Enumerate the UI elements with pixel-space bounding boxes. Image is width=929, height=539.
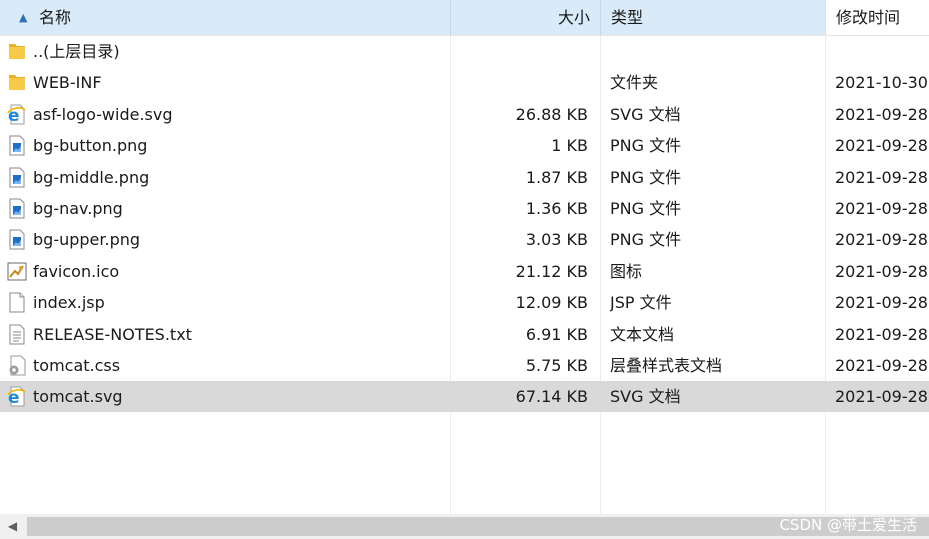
file-type: 图标 <box>610 261 643 281</box>
file-type: 文件夹 <box>610 73 659 93</box>
file-size: 6.91 KB <box>525 324 588 344</box>
scroll-left-arrow-icon[interactable]: ◀ <box>0 514 25 539</box>
file-size: 1.36 KB <box>525 199 588 218</box>
file-type: PNG 文件 <box>610 167 682 187</box>
file-type <box>610 36 820 67</box>
file-row[interactable]: ..(上层目录) <box>0 36 929 67</box>
file-name: tomcat.svg <box>33 387 123 407</box>
file-row[interactable]: e tomcat.svg 67.14 KB SVG 文档 2021-09-28 <box>0 381 929 413</box>
file-size <box>450 67 588 98</box>
file-date <box>835 36 929 67</box>
file-row[interactable]: e asf-logo-wide.svg 26.88 KB SVG 文档 2021-09-… <box>0 99 929 130</box>
file-size: 21.12 KB <box>515 261 588 281</box>
header-name-label: 名称 <box>39 8 72 27</box>
file-size: 1 KB <box>551 136 588 156</box>
file-date: 2021-09-28 <box>835 261 928 281</box>
file-row[interactable]: RELEASE-NOTES.txt 6.91 KB 文本文档 2021-09-28 <box>0 319 929 350</box>
header-date[interactable]: 修改时间 <box>825 0 929 35</box>
file-type: 层叠样式表文档 <box>610 356 723 375</box>
file-type: PNG 文件 <box>610 136 682 156</box>
file-type: PNG 文件 <box>610 199 682 218</box>
file-date: 2021-09-28 <box>835 104 928 124</box>
file-type: 文本文档 <box>610 324 675 344</box>
file-name: bg-button.png <box>33 136 148 156</box>
file-date: 2021-09-28 <box>835 387 928 407</box>
file-date: 2021-09-28 <box>835 199 928 218</box>
file-row[interactable]: index.jsp 12.09 KB JSP 文件 2021-09-28 <box>0 287 929 318</box>
file-size <box>450 36 588 67</box>
file-name: WEB-INF <box>33 73 102 93</box>
file-name: favicon.ico <box>33 261 120 281</box>
horizontal-scrollbar[interactable]: ◀ CSDN @带土爱生活 <box>0 514 929 539</box>
file-row[interactable]: WEB-INF 文件夹 2021-10-30 <box>0 67 929 98</box>
file-size: 5.75 KB <box>525 356 588 375</box>
file-date: 2021-09-28 <box>835 230 928 250</box>
file-name: ..(上层目录) <box>33 42 120 61</box>
file-name: bg-nav.png <box>33 199 123 218</box>
file-size: 26.88 KB <box>515 104 588 124</box>
file-row[interactable]: favicon.ico 21.12 KB 图标 2021-09-28 <box>0 256 929 287</box>
file-row[interactable]: bg-middle.png 1.87 KB PNG 文件 2021-09-28 <box>0 162 929 193</box>
file-type: JSP 文件 <box>610 293 672 313</box>
file-row[interactable]: bg-nav.png 1.36 KB PNG 文件 2021-09-28 <box>0 193 929 224</box>
file-date: 2021-09-28 <box>835 136 928 156</box>
file-name: tomcat.css <box>33 356 121 375</box>
file-size: 12.09 KB <box>515 293 588 313</box>
watermark: CSDN @带土爱生活 <box>779 516 917 534</box>
file-row[interactable]: bg-button.png 1 KB PNG 文件 2021-09-28 <box>0 130 929 161</box>
file-row[interactable]: tomcat.css 5.75 KB 层叠样式表文档 2021-09-28 <box>0 350 929 381</box>
header-size[interactable]: 大小 <box>450 0 600 35</box>
header-type[interactable]: 类型 <box>600 0 825 35</box>
file-date: 2021-09-28 <box>835 356 928 375</box>
sort-ascending-icon: ▲ <box>19 11 28 24</box>
file-type: SVG 文档 <box>610 104 681 124</box>
file-size: 67.14 KB <box>515 387 588 407</box>
file-name: bg-upper.png <box>33 230 141 250</box>
header-name[interactable]: ▲ 名称 <box>0 0 450 35</box>
file-name: index.jsp <box>33 293 105 313</box>
file-row[interactable]: bg-upper.png 3.03 KB PNG 文件 2021-09-28 <box>0 224 929 255</box>
file-name: asf-logo-wide.svg <box>33 104 173 124</box>
file-date: 2021-09-28 <box>835 167 928 187</box>
file-name: RELEASE-NOTES.txt <box>33 324 192 344</box>
file-type: PNG 文件 <box>610 230 682 250</box>
file-date: 2021-09-28 <box>835 293 928 313</box>
file-size: 1.87 KB <box>525 167 588 187</box>
file-date: 2021-09-28 <box>835 324 928 344</box>
file-size: 3.03 KB <box>525 230 588 250</box>
file-date: 2021-10-30 <box>835 73 928 93</box>
column-header: ▲ 名称 大小 类型 修改时间 <box>0 0 929 36</box>
file-name: bg-middle.png <box>33 167 150 187</box>
file-type: SVG 文档 <box>610 387 681 407</box>
